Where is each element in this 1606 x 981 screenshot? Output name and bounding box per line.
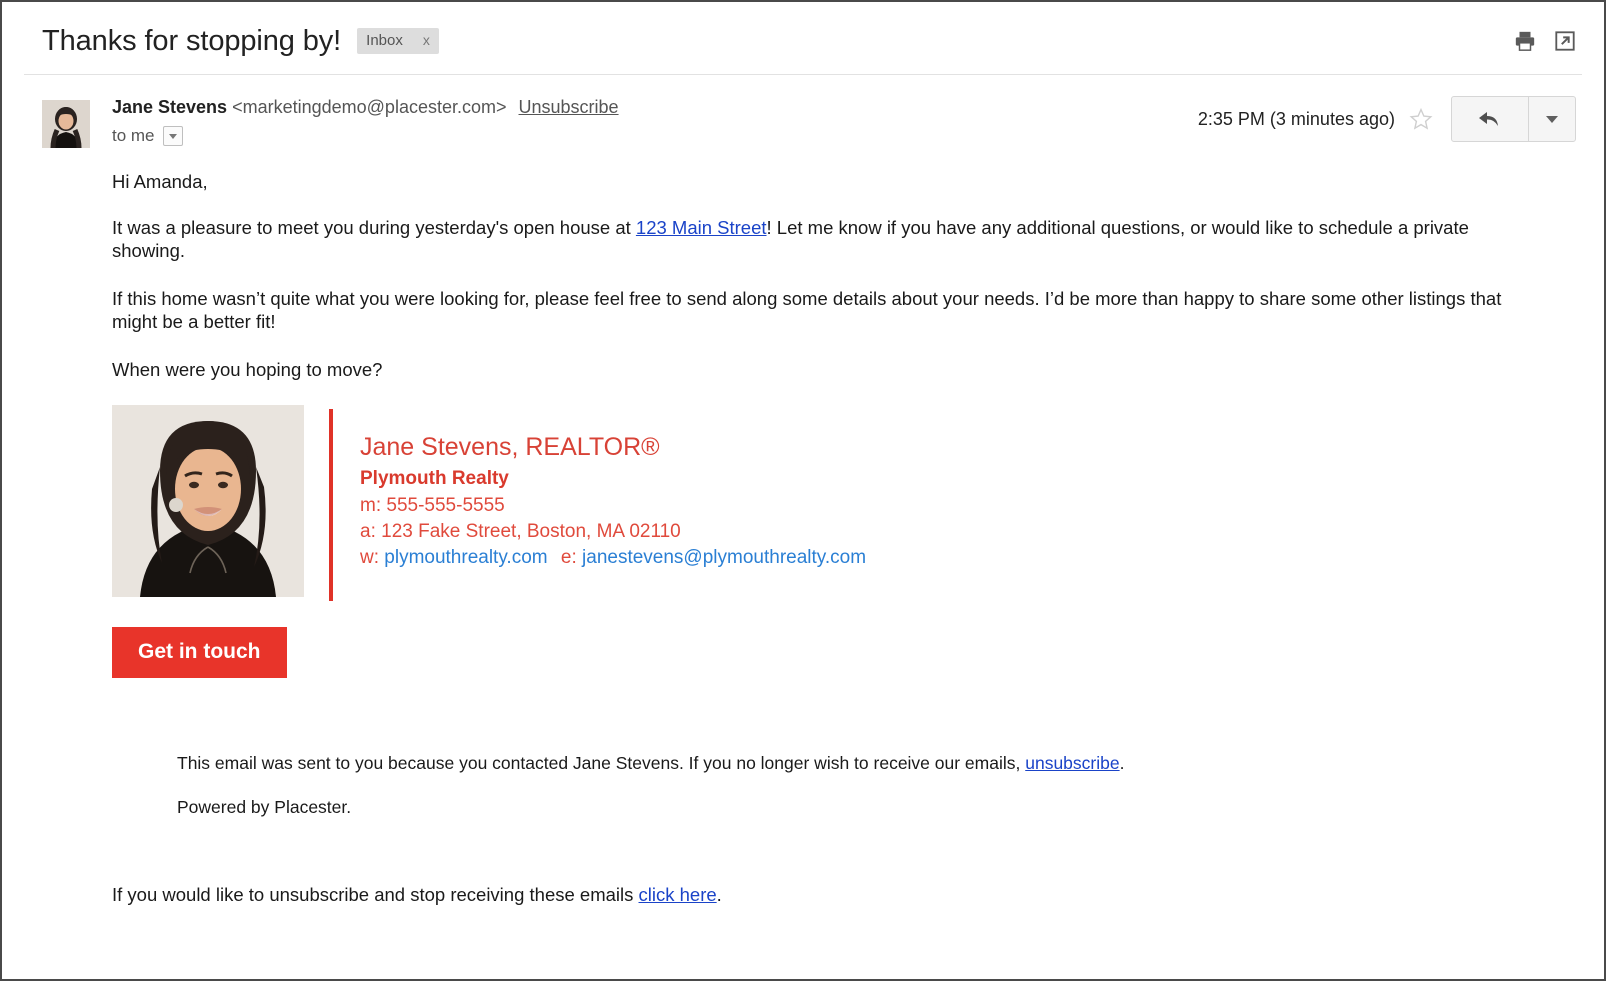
signature-web-label: w: [360,547,379,568]
page-title: Thanks for stopping by! [42,25,342,57]
signature-company: Plymouth Realty [360,468,509,489]
signature-details: Jane Stevens, REALTOR® Plymouth Realty m… [360,431,866,571]
header-icon-group [1514,30,1576,52]
footer-tail-before: If you would like to unsubscribe and sto… [112,884,639,905]
footer-disclaimer: This email was sent to you because you c… [177,752,1544,774]
print-icon[interactable] [1514,30,1536,52]
body-paragraph-3: When were you hoping to move? [112,358,383,380]
sender-meta: Jane Stevens <marketingdemo@placester.co… [112,94,619,147]
email-footer: This email was sent to you because you c… [177,752,1544,840]
header-divider [24,74,1582,75]
email-message-page: Thanks for stopping by! Inbox x Jane Ste… [0,0,1606,981]
sender-email: <marketingdemo@placester.com> [232,97,507,117]
signature-mobile-label: m: [360,495,382,516]
unsubscribe-link[interactable]: Unsubscribe [519,97,619,117]
signature-name: Jane Stevens, REALTOR® [360,433,660,461]
reply-button-group [1451,96,1576,142]
body-paragraph-2: If this home wasn’t quite what you were … [112,287,1502,333]
footer-disclaimer-before: This email was sent to you because you c… [177,753,1026,773]
signature-address-value: 123 Fake Street, Boston, MA 02110 [381,521,681,542]
label-chip-inbox[interactable]: Inbox x [357,28,439,54]
star-icon[interactable] [1409,107,1433,131]
signature-address-label: a: [360,521,376,542]
sender-row: Jane Stevens <marketingdemo@placester.co… [42,94,1576,162]
message-timestamp: 2:35 PM (3 minutes ago) [1197,109,1395,129]
open-in-new-window-icon[interactable] [1554,30,1576,52]
property-link[interactable]: 123 Main Street [636,217,767,238]
subject-header: Thanks for stopping by! Inbox x [2,2,1604,75]
signature-address-line: a: 123 Fake Street, Boston, MA 02110 [360,519,866,545]
chevron-down-icon [168,133,177,139]
avatar [42,100,90,148]
more-options-button[interactable] [1529,97,1575,141]
body-paragraph-1: It was a pleasure to meet you during yes… [112,216,1512,263]
signature-mobile-line: m: 555-555-5555 [360,493,866,519]
agent-headshot [112,405,304,597]
signature-accent-bar [329,409,333,601]
click-here-link[interactable]: click here [639,884,717,905]
footer-powered-by: Powered by Placester. [177,797,352,817]
subject-row: Thanks for stopping by! Inbox x [42,24,439,58]
signature-email-link[interactable]: janestevens@plymouthrealty.com [582,547,866,568]
body-greeting: Hi Amanda, [112,171,208,192]
signature-mobile-value: 555-555-5555 [386,495,505,516]
signature-web-email-line: w: plymouthrealty.com e: janestevens@ply… [360,545,866,571]
footer-disclaimer-after: . [1119,753,1125,773]
email-signature: Jane Stevens, REALTOR® Plymouth Realty m… [112,405,1544,605]
signature-email-label: e: [560,547,577,568]
recipient-label: to me [112,126,155,145]
sender-identity-line: Jane Stevens <marketingdemo@placester.co… [112,94,619,120]
footer-unsubscribe-link[interactable]: unsubscribe [1025,753,1119,773]
label-chip-text: Inbox [366,32,403,49]
footer-tail-after: . [716,884,722,905]
show-details-button[interactable] [162,126,183,146]
sender-name: Jane Stevens [112,97,228,117]
signature-website-link[interactable]: plymouthrealty.com [384,547,547,568]
label-remove-icon[interactable]: x [423,33,430,48]
message-actions: 2:35 PM (3 minutes ago) [1198,96,1576,142]
reply-arrow-icon [1479,112,1498,126]
get-in-touch-button[interactable]: Get in touch [112,627,287,678]
email-body: Hi Amanda, It was a pleasure to meet you… [112,170,1544,605]
recipient-line: to me [112,125,619,147]
footer-unsubscribe-tail: If you would like to unsubscribe and sto… [112,883,722,907]
body-paragraph-1-before: It was a pleasure to meet you during yes… [112,216,636,238]
reply-button[interactable] [1452,97,1528,141]
chevron-down-icon [1546,115,1558,123]
